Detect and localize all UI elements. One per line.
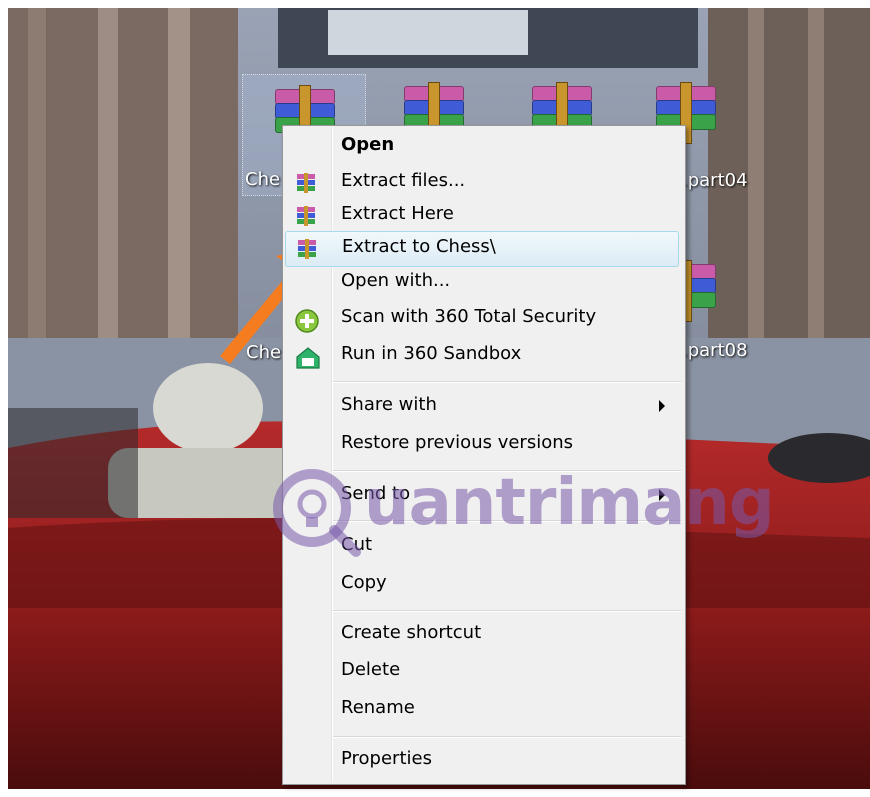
submenu-arrow-icon (659, 489, 665, 501)
desktop-icon-label: .part04 (682, 170, 748, 191)
menu-item-extract-here[interactable]: Extract Here (285, 199, 681, 233)
menu-item-label: Open with... (341, 270, 451, 291)
menu-item-send-to[interactable]: Send to (285, 479, 681, 513)
menu-item-open-with[interactable]: Open with... (285, 266, 681, 300)
desktop-icon-label: Che (245, 169, 281, 190)
menu-item-label: Extract to Chess\ (342, 236, 496, 257)
winrar-icon (295, 205, 317, 227)
context-menu: Open Extract files... Extract Here Extra… (282, 125, 686, 785)
menu-item-label: Extract Here (341, 203, 454, 224)
desktop-icon-label: .part08 (682, 340, 748, 361)
menu-item-label: Extract files... (341, 170, 466, 191)
360-security-icon (295, 308, 319, 333)
menu-item-label: Share with (341, 394, 437, 415)
menu-item-label: Create shortcut (341, 622, 482, 643)
menu-item-share-with[interactable]: Share with (285, 390, 681, 424)
menu-item-label: Send to (341, 483, 411, 504)
menu-item-label: Run in 360 Sandbox (341, 343, 522, 364)
menu-item-restore-previous-versions[interactable]: Restore previous versions (285, 428, 681, 462)
menu-item-label: Scan with 360 Total Security (341, 306, 597, 327)
menu-item-scan-360[interactable]: Scan with 360 Total Security (285, 302, 681, 336)
menu-item-extract-files[interactable]: Extract files... (285, 166, 681, 200)
menu-separator (333, 520, 681, 522)
360-sandbox-icon (295, 345, 320, 369)
menu-item-label: Restore previous versions (341, 432, 574, 453)
menu-item-label: Cut (341, 534, 373, 555)
menu-item-rename[interactable]: Rename (285, 693, 681, 727)
menu-item-label: Copy (341, 572, 387, 593)
menu-item-properties[interactable]: Properties (285, 744, 681, 778)
winrar-icon (296, 238, 318, 260)
winrar-icon (295, 172, 317, 194)
menu-item-delete[interactable]: Delete (285, 655, 681, 689)
menu-item-cut[interactable]: Cut (285, 530, 681, 564)
menu-item-run-360-sandbox[interactable]: Run in 360 Sandbox (285, 339, 681, 373)
desktop-icon-label: Che (246, 342, 282, 363)
menu-separator (333, 381, 681, 383)
menu-separator (333, 610, 681, 612)
menu-item-create-shortcut[interactable]: Create shortcut (285, 618, 681, 652)
menu-item-label: Delete (341, 659, 401, 680)
menu-separator (333, 736, 681, 738)
menu-item-open[interactable]: Open (285, 130, 681, 164)
submenu-arrow-icon (659, 400, 665, 412)
menu-separator (333, 470, 681, 472)
menu-item-label: Rename (341, 697, 415, 718)
menu-item-label: Open (341, 134, 395, 155)
menu-item-copy[interactable]: Copy (285, 568, 681, 602)
menu-item-extract-to-chess[interactable]: Extract to Chess\ (285, 231, 679, 267)
menu-item-label: Properties (341, 748, 432, 769)
